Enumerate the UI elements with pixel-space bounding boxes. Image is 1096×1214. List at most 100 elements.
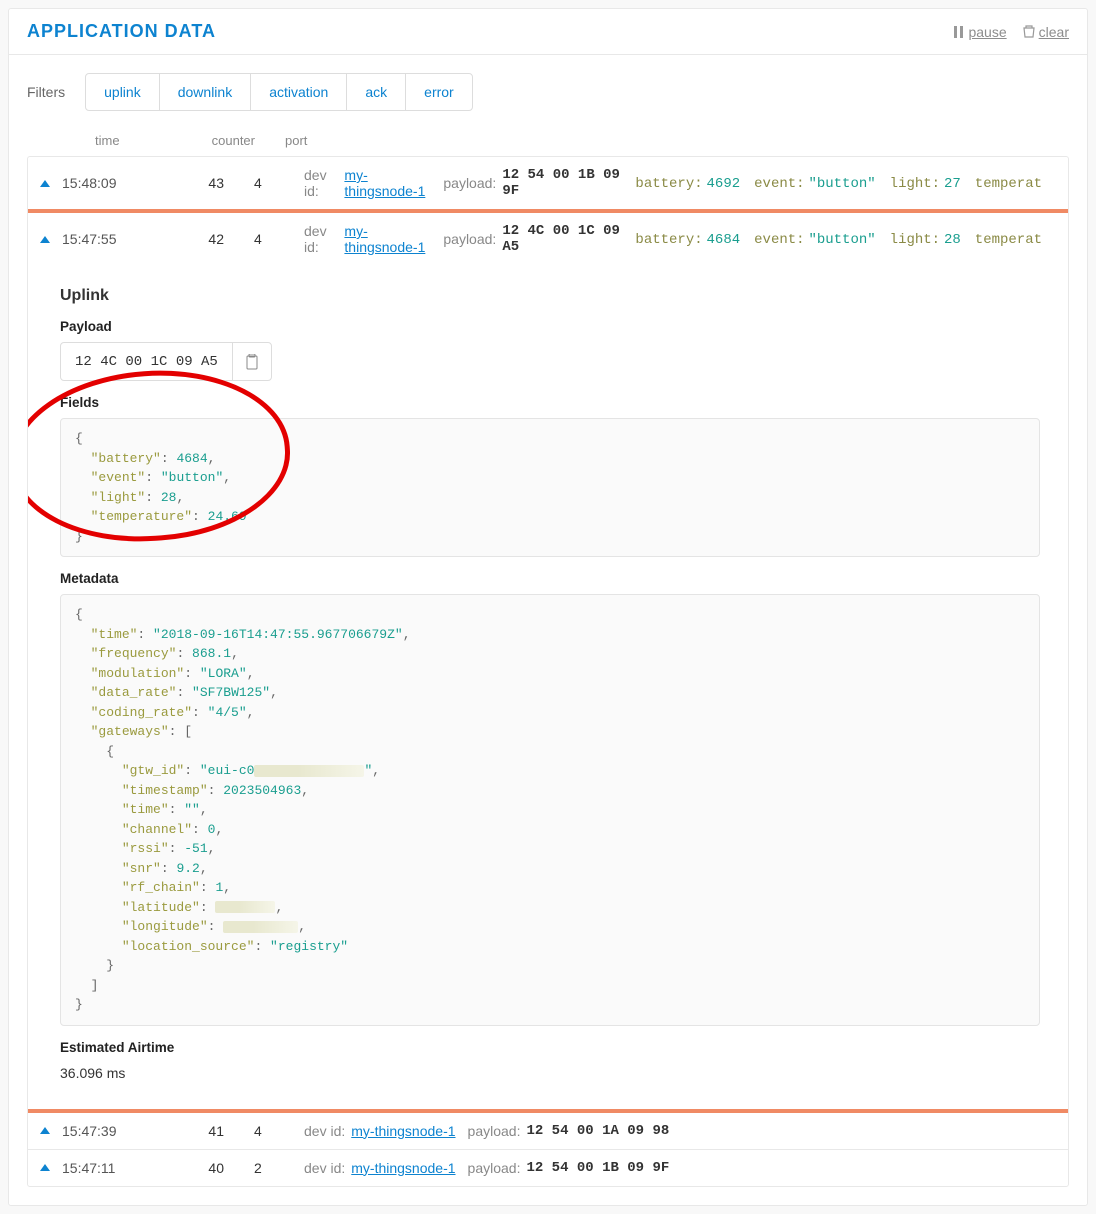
detail-payload-label: Payload [60, 319, 1040, 334]
meta-rssi: -51 [184, 841, 207, 856]
clear-button[interactable]: clear [1023, 24, 1069, 40]
copy-button[interactable] [232, 343, 271, 380]
data-row[interactable]: 15:47:11 40 2 dev id: my-thingsnode-1 pa… [28, 1150, 1068, 1186]
row-time: 15:48:09 [62, 175, 144, 191]
meta-data-rate: SF7BW125 [200, 685, 262, 700]
row-port: 4 [254, 175, 304, 191]
filter-chips: uplink downlink activation ack error [85, 73, 473, 111]
data-row[interactable]: 15:47:39 41 4 dev id: my-thingsnode-1 pa… [28, 1113, 1068, 1150]
filter-activation[interactable]: activation [251, 74, 347, 110]
row-port: 2 [254, 1160, 304, 1176]
battery-value: 4684 [707, 232, 741, 248]
filter-uplink[interactable]: uplink [86, 74, 160, 110]
dev-id-label: dev id: [304, 223, 338, 255]
detail-fields-label: Fields [60, 395, 1040, 410]
battery-label: battery: [635, 176, 702, 192]
clipboard-icon [245, 354, 259, 370]
row-time: 15:47:11 [62, 1160, 144, 1176]
airtime-value: 36.096 ms [60, 1065, 1040, 1081]
redacted: x [215, 901, 275, 913]
meta-location-source: registry [278, 939, 340, 954]
payload-value: 12 54 00 1B 09 9F [502, 167, 621, 199]
battery-label: battery: [635, 232, 702, 248]
trash-icon [1023, 25, 1035, 38]
temperature-label: temperat [975, 176, 1042, 192]
filter-error[interactable]: error [406, 74, 472, 110]
col-counter: counter [175, 133, 255, 148]
payload-value: 12 4C 00 1C 09 A5 [502, 223, 621, 255]
dev-id-link[interactable]: my-thingsnode-1 [344, 223, 431, 255]
row-time: 15:47:39 [62, 1123, 144, 1139]
meta-channel: 0 [208, 822, 216, 837]
caret-up-icon [40, 236, 50, 243]
row-counter: 41 [144, 1123, 224, 1139]
temperature-label: temperat [975, 232, 1042, 248]
row-port: 4 [254, 231, 304, 247]
page-title: APPLICATION DATA [27, 21, 216, 42]
row-time: 15:47:55 [62, 231, 144, 247]
row-counter: 40 [144, 1160, 224, 1176]
filter-downlink[interactable]: downlink [160, 74, 251, 110]
caret-up-icon [40, 1127, 50, 1134]
fields-event: button [169, 470, 216, 485]
data-row[interactable]: 15:48:09 43 4 dev id: my-thingsnode-1 pa… [28, 157, 1068, 213]
airtime-label: Estimated Airtime [60, 1040, 1040, 1055]
columns-header: time counter port [27, 129, 1069, 156]
light-value: 28 [944, 232, 961, 248]
meta-frequency: 868.1 [192, 646, 231, 661]
light-label: light: [890, 176, 940, 192]
filters-row: Filters uplink downlink activation ack e… [27, 73, 1069, 111]
metadata-json: { "time": "2018-09-16T14:47:55.967706679… [60, 594, 1040, 1026]
filters-label: Filters [27, 84, 65, 100]
fields-light: 28 [161, 490, 177, 505]
payload-label: payload: [468, 1160, 521, 1176]
meta-rf-chain: 1 [215, 880, 223, 895]
detail-heading: Uplink [60, 287, 1040, 305]
row-counter: 43 [144, 175, 224, 191]
fields-temperature: 24.69 [208, 509, 247, 524]
event-label: event: [754, 176, 804, 192]
dev-id-link[interactable]: my-thingsnode-1 [351, 1123, 455, 1139]
row-counter: 42 [144, 231, 224, 247]
payload-label: payload: [468, 1123, 521, 1139]
payload-label: payload: [443, 175, 496, 191]
caret-up-icon [40, 1164, 50, 1171]
meta-snr: 9.2 [176, 861, 199, 876]
data-row[interactable]: 15:47:55 42 4 dev id: my-thingsnode-1 pa… [28, 213, 1068, 265]
payload-value: 12 54 00 1B 09 9F [526, 1160, 669, 1176]
payload-box: 12 4C 00 1C 09 A5 [60, 342, 272, 381]
row-port: 4 [254, 1123, 304, 1139]
redacted: x [254, 765, 364, 777]
payload-box-value: 12 4C 00 1C 09 A5 [61, 344, 232, 380]
battery-value: 4692 [707, 176, 741, 192]
filter-ack[interactable]: ack [347, 74, 406, 110]
light-label: light: [890, 232, 940, 248]
dev-id-label: dev id: [304, 1123, 345, 1139]
payload-label: payload: [443, 231, 496, 247]
pause-label: pause [968, 24, 1006, 40]
detail-metadata-label: Metadata [60, 571, 1040, 586]
clear-label: clear [1039, 24, 1069, 40]
pause-icon [954, 26, 964, 38]
fields-battery: 4684 [176, 451, 207, 466]
event-label: event: [754, 232, 804, 248]
meta-time: 2018-09-16T14:47:55.967706679Z [161, 627, 395, 642]
dev-id-label: dev id: [304, 167, 338, 199]
caret-up-icon [40, 180, 50, 187]
event-value: "button" [808, 232, 875, 248]
header-bar: APPLICATION DATA pause clear [9, 9, 1087, 55]
pause-button[interactable]: pause [954, 24, 1006, 40]
meta-gtw-id: eui-c0 [208, 763, 255, 778]
meta-modulation: LORA [208, 666, 239, 681]
event-value: "button" [808, 176, 875, 192]
dev-id-link[interactable]: my-thingsnode-1 [344, 167, 431, 199]
dev-id-label: dev id: [304, 1160, 345, 1176]
col-port: port [285, 133, 325, 148]
meta-coding-rate: 4/5 [215, 705, 238, 720]
col-time: time [95, 133, 175, 148]
row-detail: Uplink Payload 12 4C 00 1C 09 A5 Fields … [28, 265, 1068, 1113]
payload-value: 12 54 00 1A 09 98 [526, 1123, 669, 1139]
meta-timestamp: 2023504963 [223, 783, 301, 798]
dev-id-link[interactable]: my-thingsnode-1 [351, 1160, 455, 1176]
light-value: 27 [944, 176, 961, 192]
